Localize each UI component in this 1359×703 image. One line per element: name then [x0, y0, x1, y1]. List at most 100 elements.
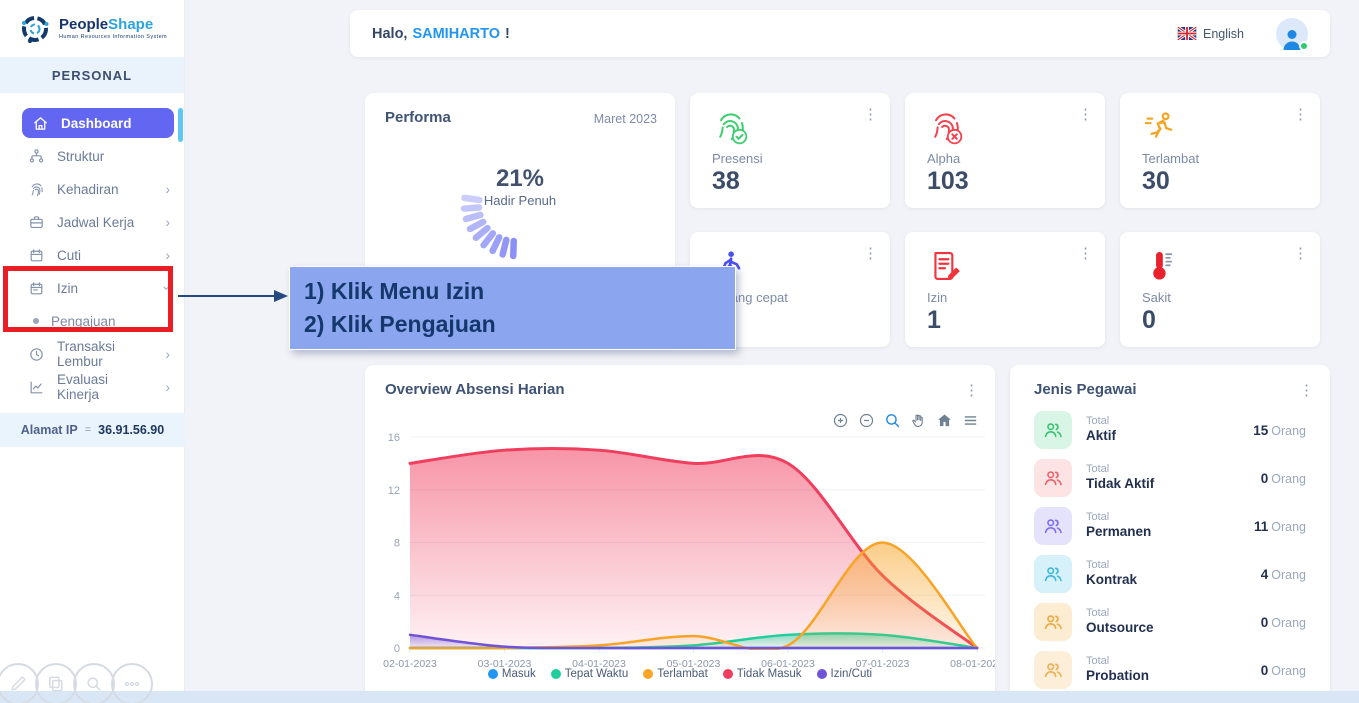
- sidebar-item-label: Transaksi Lembur: [57, 339, 153, 369]
- brand-logo[interactable]: PeopleShape Human Resources Information …: [0, 0, 184, 57]
- sidebar-item-transaksi-lembur[interactable]: Transaksi Lembur ›: [0, 339, 184, 369]
- kebab-menu-icon[interactable]: ⋮: [1299, 381, 1314, 399]
- kebab-menu-icon[interactable]: ⋮: [1078, 107, 1093, 122]
- chevron-right-icon: ›: [165, 248, 170, 262]
- kebab-menu-icon[interactable]: ⋮: [1293, 107, 1308, 122]
- sidebar-nav: Dashboard Struktur Kehadiran › Jadwal Ke…: [0, 93, 184, 402]
- chart-legend: Masuk Tepat Waktu Terlambat Tidak Masuk …: [365, 668, 995, 680]
- people-icon: [1034, 507, 1072, 545]
- chart-toolbar: [832, 412, 979, 429]
- legend-item-tepat-waktu[interactable]: Tepat Waktu: [551, 668, 629, 680]
- kebab-menu-icon[interactable]: ⋮: [863, 246, 878, 261]
- stat-value: 30: [1142, 167, 1170, 196]
- svg-text:0: 0: [394, 643, 400, 655]
- annotation-red-box: [3, 266, 173, 332]
- menu-icon[interactable]: [962, 412, 979, 429]
- zoom-in-icon[interactable]: [832, 412, 849, 429]
- language-label: English: [1203, 27, 1244, 41]
- magnifier-tool-icon[interactable]: [73, 663, 115, 703]
- stat-card-sakit: ⋮ Sakit 0: [1120, 232, 1320, 347]
- brand-name: PeopleShape: [59, 16, 153, 33]
- jp-row-kontrak: TotalKontrak 4Orang: [1034, 554, 1306, 594]
- people-icon: [1034, 411, 1072, 449]
- selection-zoom-icon[interactable]: [884, 412, 901, 429]
- jp-row-probation: TotalProbation 0Orang: [1034, 650, 1306, 690]
- sidebar-item-dashboard[interactable]: Dashboard: [22, 108, 174, 138]
- jp-row-aktif: TotalAktif 15Orang: [1034, 410, 1306, 450]
- stat-label: Alpha: [927, 151, 960, 166]
- sidebar-scrollbar-thumb[interactable]: [178, 108, 183, 142]
- copy-tool-icon[interactable]: [35, 663, 77, 703]
- jp-count: 11Orang: [1254, 519, 1306, 534]
- org-chart-icon: [28, 148, 45, 165]
- home-icon: [32, 115, 49, 132]
- pencil-tool-icon[interactable]: [0, 663, 39, 703]
- svg-text:12: 12: [388, 485, 400, 497]
- kebab-menu-icon[interactable]: ⋮: [1293, 246, 1308, 261]
- jp-row-permanen: TotalPermanen 11Orang: [1034, 506, 1306, 546]
- people-icon: [1034, 459, 1072, 497]
- absensi-chart-card: Overview Absensi Harian ⋮ 161284002-01-2…: [365, 365, 995, 703]
- app-root: PeopleShape Human Resources Information …: [0, 0, 1359, 703]
- chart-title: Overview Absensi Harian: [385, 381, 565, 398]
- svg-text:8: 8: [394, 538, 400, 550]
- zoom-out-icon[interactable]: [858, 412, 875, 429]
- annotation-step-2: 2) Klik Pengajuan: [304, 308, 735, 341]
- calendar-icon: [28, 247, 45, 264]
- legend-dot: [817, 669, 827, 679]
- sidebar-item-struktur[interactable]: Struktur: [0, 141, 184, 171]
- briefcase-icon: [28, 214, 45, 231]
- people-icon: [1034, 651, 1072, 689]
- jp-count: 0Orang: [1261, 663, 1306, 678]
- header-bar: Halo,SAMIHARTO! English: [350, 10, 1330, 57]
- sidebar-item-label: Struktur: [57, 149, 104, 164]
- kebab-menu-icon[interactable]: ⋮: [863, 107, 878, 122]
- sidebar-item-label: Jadwal Kerja: [57, 215, 134, 230]
- sidebar-item-label: Dashboard: [61, 116, 132, 131]
- sidebar-item-label: Cuti: [57, 248, 81, 263]
- sidebar-item-evaluasi-kinerja[interactable]: Evaluasi Kinerja ›: [0, 372, 184, 402]
- absensi-area-chart[interactable]: 161284002-01-202303-01-202304-01-202305-…: [365, 415, 995, 700]
- document-pencil-icon: [927, 248, 963, 284]
- performa-title: Performa: [385, 109, 451, 126]
- sidebar-item-kehadiran[interactable]: Kehadiran ›: [0, 174, 184, 204]
- annotation-arrow: [176, 284, 288, 308]
- stat-card-presensi: ⋮ Presensi 38: [690, 93, 890, 208]
- sidebar-item-jadwal-kerja[interactable]: Jadwal Kerja ›: [0, 207, 184, 237]
- legend-dot: [723, 669, 733, 679]
- avatar[interactable]: [1276, 18, 1308, 50]
- sidebar: PeopleShape Human Resources Information …: [0, 0, 185, 703]
- kebab-menu-icon[interactable]: ⋮: [964, 381, 979, 399]
- chevron-right-icon: ›: [165, 347, 170, 361]
- chevron-right-icon: ›: [165, 182, 170, 196]
- kebab-menu-icon[interactable]: ⋮: [1078, 246, 1093, 261]
- stat-value: 0: [1142, 306, 1156, 335]
- more-tools-icon[interactable]: [111, 663, 153, 703]
- sidebar-item-label: Evaluasi Kinerja: [57, 372, 153, 402]
- stat-card-alpha: ⋮ Alpha 103: [905, 93, 1105, 208]
- jp-count: 0Orang: [1261, 615, 1306, 630]
- jp-count: 15Orang: [1253, 423, 1306, 438]
- line-chart-icon: [28, 379, 45, 396]
- clock-icon: [28, 346, 45, 363]
- fingerprint-check-icon: [712, 109, 748, 145]
- stat-value: 38: [712, 167, 740, 196]
- legend-item-masuk[interactable]: Masuk: [488, 668, 536, 680]
- language-selector[interactable]: English: [1177, 27, 1244, 41]
- svg-text:16: 16: [388, 432, 400, 444]
- legend-item-terlambat[interactable]: Terlambat: [643, 668, 708, 680]
- stat-label: Terlambat: [1142, 151, 1199, 166]
- stat-value: 103: [927, 167, 969, 196]
- legend-item-izin-cuti[interactable]: Izin/Cuti: [817, 668, 873, 680]
- chevron-right-icon: ›: [165, 380, 170, 394]
- people-icon: [1034, 603, 1072, 641]
- peopleshape-logo-icon: [17, 11, 53, 47]
- stat-label: Presensi: [712, 151, 763, 166]
- greeting-prefix: Halo,: [372, 26, 407, 42]
- sidebar-item-label: Kehadiran: [57, 182, 119, 197]
- bottom-strip: [0, 691, 1359, 703]
- home-reset-icon[interactable]: [936, 412, 953, 429]
- legend-item-tidak-masuk[interactable]: Tidak Masuk: [723, 668, 802, 680]
- jp-row-outsource: TotalOutsource 0Orang: [1034, 602, 1306, 642]
- pan-icon[interactable]: [910, 412, 927, 429]
